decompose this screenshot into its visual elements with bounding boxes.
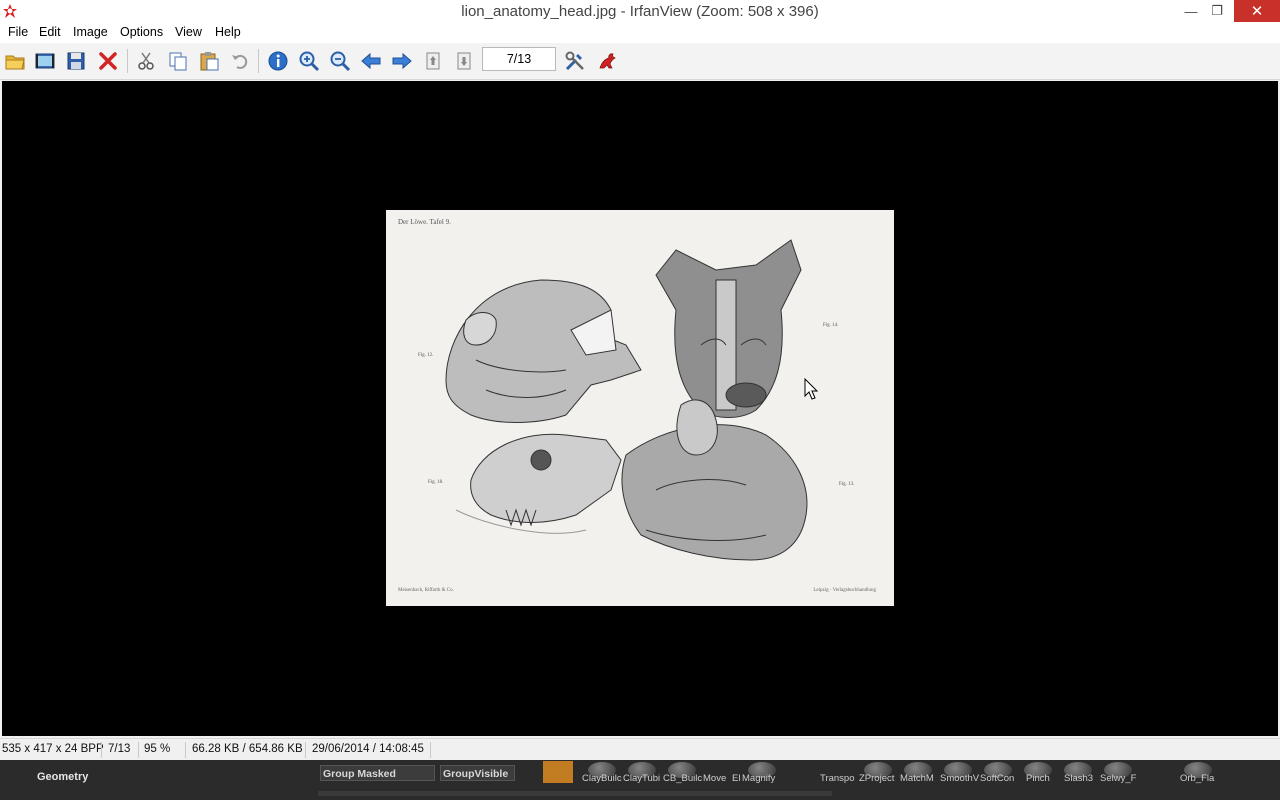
- brush-label[interactable]: CB_Builc: [663, 773, 702, 784]
- info-icon[interactable]: [265, 48, 291, 74]
- irfanview-logo-icon[interactable]: [594, 48, 620, 74]
- lion-anatomy-image: Der Löwe. Tafel 9. Fig. 12. Fig. 14. Fig…: [386, 210, 894, 606]
- status-file-size: 66.28 KB / 654.86 KB: [192, 743, 303, 755]
- geometry-label[interactable]: Geometry: [37, 771, 88, 783]
- status-divider: [430, 742, 431, 758]
- settings-icon[interactable]: [562, 48, 588, 74]
- brush-label[interactable]: ZProject: [859, 773, 894, 784]
- status-divider: [138, 742, 139, 758]
- cut-icon[interactable]: [133, 48, 159, 74]
- page-indicator[interactable]: 7/13: [482, 47, 556, 71]
- menu-help[interactable]: Help: [215, 25, 241, 39]
- brush-label[interactable]: El: [732, 773, 740, 784]
- status-zoom: 95 %: [144, 743, 171, 755]
- menu-file[interactable]: File: [8, 25, 28, 39]
- group-visible-button[interactable]: GroupVisible: [440, 765, 515, 781]
- brush-label[interactable]: MatchM: [900, 773, 934, 784]
- status-bar: 535 x 417 x 24 BPP 7/13 95 % 66.28 KB / …: [0, 738, 1280, 761]
- brush-label[interactable]: Transpo: [820, 773, 855, 784]
- figure-label: Fig. 12.: [418, 353, 434, 358]
- figure-label: Fig. 18.: [428, 480, 444, 485]
- menu-edit[interactable]: Edit: [39, 25, 61, 39]
- dock-scrollbar[interactable]: [318, 791, 832, 796]
- brush-label[interactable]: SoftCon: [980, 773, 1014, 784]
- menu-view[interactable]: View: [175, 25, 202, 39]
- delete-icon[interactable]: [95, 48, 121, 74]
- lion-anatomy-illustration: [445, 239, 808, 561]
- last-page-icon[interactable]: [451, 48, 477, 74]
- open-folder-icon[interactable]: [2, 48, 28, 74]
- plate-footer-right: Leipzig · Verlagsbuchhandlung: [813, 588, 876, 593]
- minimize-button[interactable]: —: [1178, 0, 1204, 22]
- close-button[interactable]: ✕: [1234, 0, 1280, 22]
- status-divider: [101, 742, 102, 758]
- group-masked-button[interactable]: Group Masked: [320, 765, 435, 781]
- brush-label[interactable]: Move: [703, 773, 726, 784]
- previous-icon[interactable]: [358, 48, 384, 74]
- image-viewer[interactable]: Der Löwe. Tafel 9. Fig. 12. Fig. 14. Fig…: [2, 81, 1278, 736]
- zoom-out-icon[interactable]: [327, 48, 353, 74]
- toolbar-separator: [127, 49, 128, 73]
- brush-label[interactable]: Orb_Fla: [1180, 773, 1214, 784]
- restore-button[interactable]: ❐: [1204, 0, 1230, 22]
- brush-label[interactable]: ClayBuilc: [582, 773, 622, 784]
- zbrush-dock: Geometry Group Masked GroupVisible ClayB…: [0, 760, 1280, 800]
- active-brush-icon[interactable]: [543, 761, 573, 783]
- status-page: 7/13: [108, 743, 131, 755]
- brush-label[interactable]: SmoothV: [940, 773, 979, 784]
- brush-label[interactable]: Pinch: [1026, 773, 1050, 784]
- menu-image[interactable]: Image: [73, 25, 108, 39]
- title-bar: lion_anatomy_head.jpg - IrfanView (Zoom:…: [0, 0, 1280, 24]
- figure-label: Fig. 13.: [839, 482, 855, 487]
- next-icon[interactable]: [389, 48, 415, 74]
- save-icon[interactable]: [63, 48, 89, 74]
- brush-label[interactable]: Selwy_F: [1100, 773, 1136, 784]
- status-divider: [305, 742, 306, 758]
- undo-icon[interactable]: [227, 48, 253, 74]
- brush-label[interactable]: Magnify: [742, 773, 775, 784]
- status-datetime: 29/06/2014 / 14:08:45: [312, 743, 424, 755]
- brush-label[interactable]: ClayTubi: [623, 773, 660, 784]
- window-title: lion_anatomy_head.jpg - IrfanView (Zoom:…: [461, 3, 819, 20]
- mouse-cursor-icon: [804, 378, 818, 400]
- toolbar: [0, 43, 1280, 80]
- menu-bar: File Edit Image Options View Help: [0, 23, 1280, 43]
- toolbar-separator: [258, 49, 259, 73]
- figure-label: Fig. 14.: [823, 323, 839, 328]
- zoom-in-icon[interactable]: [296, 48, 322, 74]
- plate-footer-left: Meisenbach, Riffarth & Co.: [398, 588, 454, 593]
- first-page-icon[interactable]: [420, 48, 446, 74]
- status-divider: [185, 742, 186, 758]
- menu-options[interactable]: Options: [120, 25, 163, 39]
- slideshow-icon[interactable]: [32, 48, 58, 74]
- brush-label[interactable]: Slash3: [1064, 773, 1093, 784]
- status-dimensions: 535 x 417 x 24 BPP: [2, 743, 104, 755]
- paste-icon[interactable]: [196, 48, 222, 74]
- copy-icon[interactable]: [165, 48, 191, 74]
